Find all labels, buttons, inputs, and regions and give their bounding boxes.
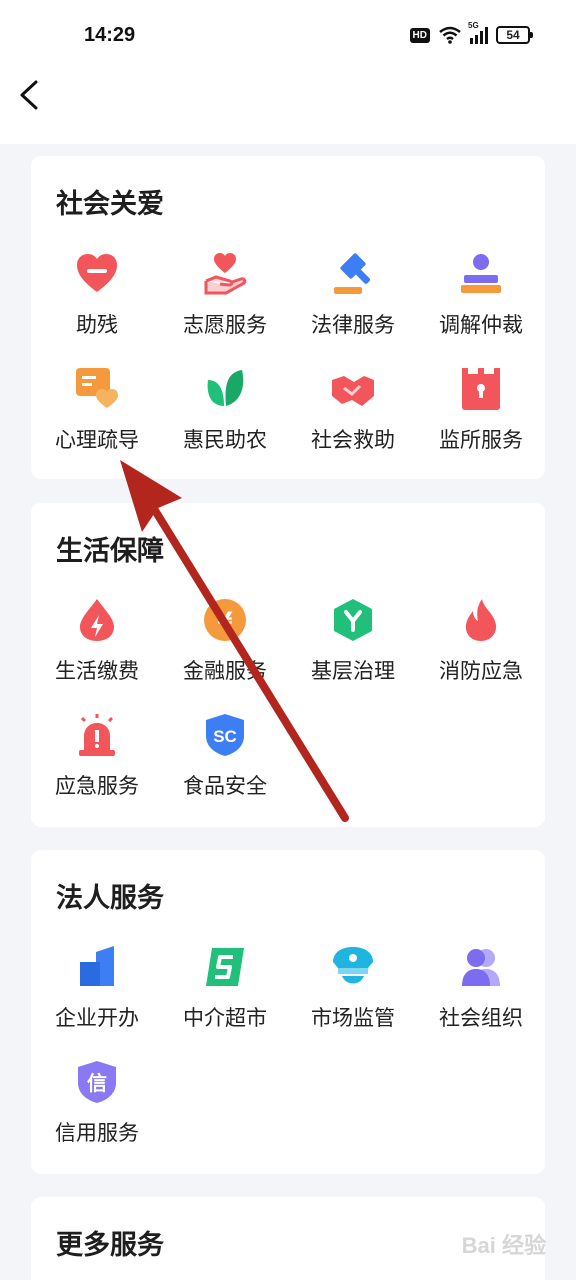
service-utility-payment[interactable]: 生活缴费 (33, 597, 161, 685)
service-label: 市场监管 (311, 1006, 395, 1030)
section-title: 社会关爱 (56, 189, 164, 220)
flame-icon (465, 599, 497, 641)
service-counseling[interactable]: 心理疏导 (33, 366, 161, 454)
hand-heart-icon (204, 253, 247, 295)
status-time: 14:29 (84, 24, 136, 46)
alarm-light-icon (79, 714, 115, 756)
handshake-icon (332, 376, 374, 406)
service-label: 中介超市 (183, 1006, 267, 1030)
status-bar: 14:29 HD 5G 54 (0, 0, 576, 72)
leaf-icon (207, 370, 244, 406)
service-label: 助残 (76, 313, 118, 337)
service-label: 法律服务 (311, 313, 395, 337)
hd-badge: HD (409, 27, 430, 43)
service-label: 食品安全 (183, 774, 267, 798)
service-finance[interactable]: ¥ 金融服务 (161, 597, 289, 685)
section-legal-person: 法人服务 企业开办 中介超市 市场监管 社会组织 信 信用服务 (31, 850, 545, 1174)
service-label: 应急服务 (55, 774, 139, 798)
battery-icon: 54 (496, 26, 533, 44)
credit-glyph: 信 (87, 1071, 107, 1095)
yuan-glyph: ¥ (217, 609, 233, 634)
section-title: 更多服务 (56, 1230, 164, 1261)
section-life-security: 生活保障 生活缴费 ¥ 金融服务 基层治理 消防应急 应急服务 SC 食品安全 (31, 503, 545, 827)
service-label: 志愿服务 (183, 313, 267, 337)
service-mediation[interactable]: 调解仲裁 (417, 251, 545, 339)
service-label: 社会组织 (439, 1006, 523, 1030)
service-label: 调解仲裁 (439, 313, 523, 337)
section-title: 法人服务 (56, 883, 164, 914)
nav-bar (0, 72, 576, 144)
service-emergency[interactable]: 应急服务 (33, 712, 161, 800)
service-farmer-aid[interactable]: 惠民助农 (161, 366, 289, 454)
service-social-assistance[interactable]: 社会救助 (289, 366, 417, 454)
section-title: 生活保障 (56, 536, 164, 567)
hexagon-y-icon (334, 599, 372, 641)
service-agency-market[interactable]: 中介超市 (161, 944, 289, 1032)
service-grassroots[interactable]: 基层治理 (289, 597, 417, 685)
service-label: 社会救助 (311, 428, 395, 452)
yuan-coin-icon: ¥ (204, 599, 246, 641)
building-icon (80, 946, 114, 986)
credit-shield-icon: 信 (78, 1061, 116, 1103)
s-badge-icon (206, 948, 244, 986)
service-business-startup[interactable]: 企业开办 (33, 944, 161, 1032)
service-food-safety[interactable]: SC 食品安全 (161, 712, 289, 800)
service-label: 企业开办 (55, 1006, 139, 1030)
watermark: Bai 经验 (461, 1233, 546, 1258)
service-detention[interactable]: 监所服务 (417, 366, 545, 454)
people-group-icon (462, 949, 500, 986)
service-label: 信用服务 (55, 1121, 139, 1145)
network-label: 5G (468, 21, 479, 30)
sc-shield-icon: SC (206, 714, 244, 756)
service-label: 监所服务 (439, 428, 523, 452)
back-arrow-icon[interactable] (12, 76, 52, 116)
sc-glyph: SC (213, 727, 237, 746)
service-disability-aid[interactable]: 助残 (33, 251, 161, 339)
service-label: 消防应急 (439, 659, 523, 683)
prison-gate-icon (462, 368, 500, 410)
signal-icon: 5G (468, 21, 488, 44)
service-credit[interactable]: 信 信用服务 (33, 1059, 161, 1147)
service-label: 惠民助农 (183, 428, 267, 452)
system-indicators: HD 5G 54 (409, 21, 533, 44)
lightning-drop-icon (80, 599, 114, 641)
chat-heart-icon (76, 368, 118, 408)
service-market-supervision[interactable]: 市场监管 (289, 944, 417, 1032)
service-label: 生活缴费 (55, 659, 139, 683)
service-volunteer[interactable]: 志愿服务 (161, 251, 289, 339)
service-label: 心理疏导 (55, 428, 139, 452)
section-social-care: 社会关爱 助残 志愿服务 法律服务 调解仲裁 心理疏导 惠民助农 社会救助 监所… (31, 156, 545, 479)
police-cap-icon (333, 947, 373, 984)
service-fire-emergency[interactable]: 消防应急 (417, 597, 545, 685)
service-social-org[interactable]: 社会组织 (417, 944, 545, 1032)
service-label: 基层治理 (311, 659, 395, 683)
service-label: 金融服务 (183, 659, 267, 683)
mediator-desk-icon (461, 254, 501, 293)
service-legal[interactable]: 法律服务 (289, 251, 417, 339)
gavel-icon (334, 253, 371, 294)
wifi-icon (439, 26, 461, 44)
heart-icon (77, 254, 117, 292)
